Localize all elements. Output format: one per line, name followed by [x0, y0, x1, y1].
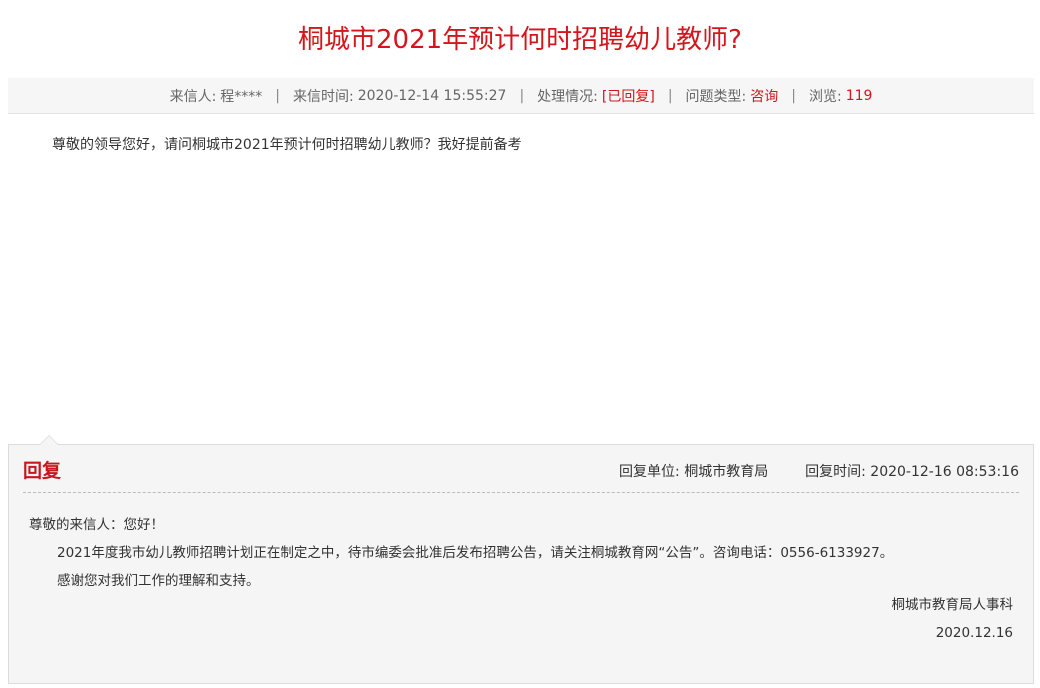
reply-time-value: 2020-12-16 08:53:16: [870, 464, 1019, 480]
page-title: 桐城市2021年预计何时招聘幼儿教师?: [298, 25, 742, 55]
meta-separator: |: [519, 87, 525, 104]
reply-greeting: 尊敬的来信人：您好！: [29, 517, 164, 533]
page: 桐城市2021年预计何时招聘幼儿教师? 来信人: 程**** | 来信时间: 2…: [0, 0, 1040, 688]
meta-separator: |: [667, 87, 673, 104]
reply-time-label: 回复时间:: [805, 464, 866, 480]
reply-heading: 回复: [23, 460, 62, 482]
question-type-label: 问题类型:: [685, 88, 747, 105]
letter-time-value: 2020-12-14 15:55:27: [357, 87, 507, 104]
reply-paragraph: 2021年度我市幼儿教师招聘计划正在制定之中，待市编委会批准后发布招聘公告，请关…: [57, 545, 894, 561]
reply-signature: 桐城市教育局人事科: [891, 597, 1014, 613]
reply-paragraph: 感谢您对我们工作的理解和支持。: [57, 573, 260, 589]
reply-content: 尊敬的来信人：您好！ 2021年度我市幼儿教师招聘计划正在制定之中，待市编委会批…: [29, 511, 1019, 595]
reply-box: 回复 回复单位: 桐城市教育局 回复时间: 2020-12-16 08:53:1…: [8, 435, 1034, 684]
meta-separator: |: [791, 87, 796, 104]
meta-separator: |: [275, 87, 281, 104]
status-badge: [已回复]: [601, 88, 655, 105]
reply-meta: 回复单位: 桐城市教育局 回复时间: 2020-12-16 08:53:16: [619, 461, 1019, 483]
letter-body: 尊敬的领导您好，请问桐城市2021年预计何时招聘幼儿教师？我好提前备考: [52, 137, 522, 153]
reply-pointer-inner: [40, 436, 58, 445]
views-count: 119: [845, 87, 873, 104]
reply-date: 2020.12.16: [935, 625, 1013, 641]
status-label: 处理情况:: [537, 88, 598, 105]
views-label: 浏览:: [808, 88, 842, 105]
letter-time-label: 来信时间:: [293, 88, 354, 105]
letter-meta-bar: 来信人: 程**** | 来信时间: 2020-12-14 15:55:27 |…: [8, 78, 1034, 114]
question-type-value: 咨询: [750, 88, 779, 105]
reply-unit-value: 桐城市教育局: [684, 464, 769, 480]
reply-header: 回复 回复单位: 桐城市教育局 回复时间: 2020-12-16 08:53:1…: [23, 455, 1019, 493]
sender-value: 程****: [220, 88, 263, 105]
sender-label: 来信人:: [169, 88, 217, 105]
reply-unit-label: 回复单位:: [619, 464, 680, 480]
